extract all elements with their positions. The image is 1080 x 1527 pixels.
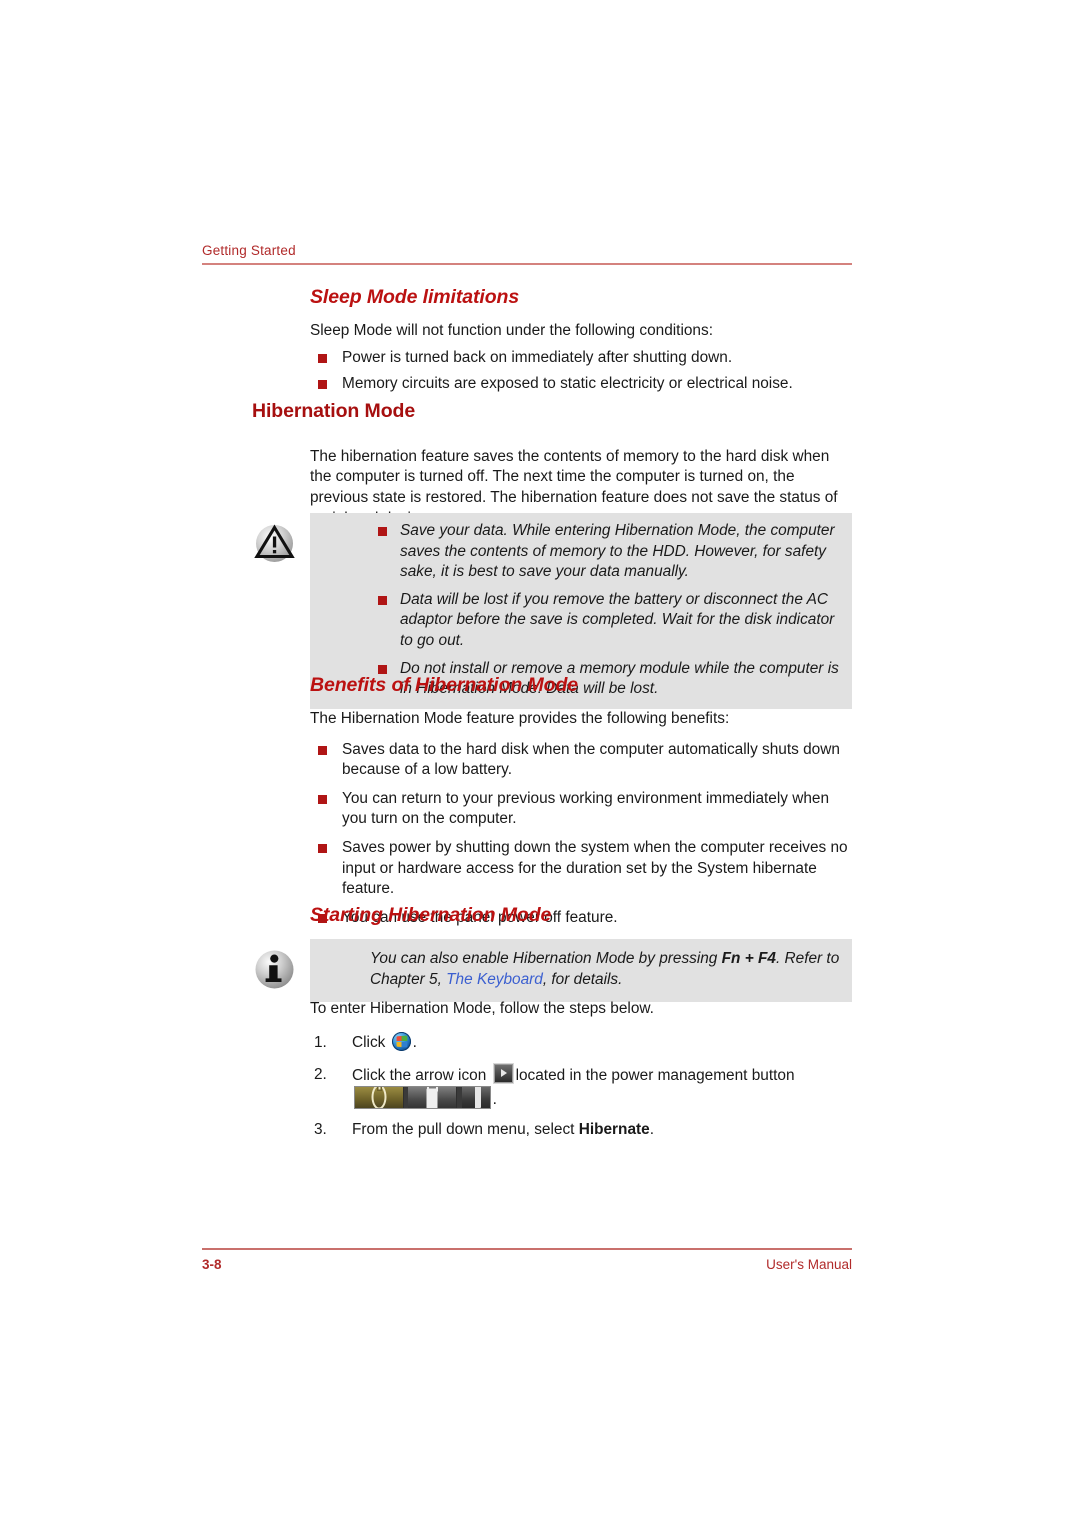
list-item-label: Saves data to the hard disk when the com…: [342, 740, 840, 779]
list-item: Memory circuits are exposed to static el…: [310, 374, 852, 395]
list-item: Data will be lost if you remove the batt…: [370, 590, 840, 652]
chapter-label: Getting Started: [202, 243, 296, 258]
step-number: 1.: [314, 1033, 327, 1051]
list-item: You can return to your previous working …: [310, 789, 856, 830]
info-circle-icon: [255, 950, 294, 989]
square-bullet-icon: [318, 380, 327, 390]
steps-intro: To enter Hibernation Mode, follow the st…: [310, 1000, 654, 1017]
list-item: Saves power by shutting down the system …: [310, 838, 856, 900]
heading-hibernation-mode-wrap: Hibernation Mode: [252, 400, 415, 423]
starting-section: Starting Hibernation Mode: [310, 904, 856, 927]
benefits-section: Benefits of Hibernation Mode The Hiberna…: [310, 674, 856, 928]
square-bullet-icon: [318, 794, 327, 804]
warning-triangle-icon: [254, 524, 295, 562]
step-item: 2. Click the arrow icon located in the p…: [314, 1063, 856, 1110]
step-number: 2.: [314, 1065, 327, 1083]
header-divider: [202, 263, 852, 265]
step-item: 3. From the pull down menu, select Hibern…: [314, 1119, 856, 1140]
hibernation-steps: 1. Click . 2. Click the arrow icon locat…: [310, 1031, 856, 1140]
manual-page: Getting Started Sleep Mode limitations S…: [0, 0, 1080, 1527]
benefits-intro: The Hibernation Mode feature provides th…: [310, 710, 730, 727]
heading-starting-hibernation: Starting Hibernation Mode: [310, 904, 552, 926]
windows-start-orb-icon[interactable]: [391, 1031, 411, 1051]
heading-hibernation-mode: Hibernation Mode: [252, 400, 416, 422]
info-text-end: , for details.: [542, 970, 623, 988]
footer-divider: [202, 1248, 852, 1250]
step-text: Click: [352, 1033, 386, 1051]
page-footer: 3-8 User's Manual: [202, 1248, 852, 1272]
list-item-label: Data will be lost if you remove the batt…: [400, 590, 835, 649]
arrow-button-icon[interactable]: [493, 1063, 513, 1083]
benefits-list: Saves data to the hard disk when the com…: [310, 740, 856, 929]
square-bullet-icon: [318, 745, 327, 755]
list-item: Saves data to the hard disk when the com…: [310, 740, 856, 781]
power-icon: [371, 1086, 387, 1108]
list-item-label: Saves power by shutting down the system …: [342, 838, 848, 898]
step-text-after: .: [649, 1120, 654, 1138]
step-item: 1. Click .: [314, 1031, 856, 1053]
manual-title: User's Manual: [766, 1257, 852, 1272]
step-text: From the pull down menu, select: [352, 1120, 579, 1138]
info-callout: You can also enable Hibernation Mode by …: [255, 939, 852, 1003]
menu-option-label: Hibernate: [578, 1120, 650, 1138]
list-item: Save your data. While entering Hibernati…: [370, 521, 840, 583]
heading-benefits: Benefits of Hibernation Mode: [310, 674, 579, 696]
steps-block: To enter Hibernation Mode, follow the st…: [310, 999, 856, 1149]
list-item-label: Memory circuits are exposed to static el…: [342, 375, 793, 393]
step-text-mid: located in the power management button: [515, 1066, 795, 1084]
page-header: Getting Started: [202, 243, 852, 265]
square-bullet-icon: [378, 664, 387, 674]
power-management-button[interactable]: [354, 1085, 491, 1109]
square-bullet-icon: [378, 527, 387, 536]
list-item: Power is turned back on immediately afte…: [310, 348, 852, 369]
warning-list: Save your data. While entering Hibernati…: [370, 521, 840, 700]
lock-icon: [426, 1088, 438, 1108]
power-off-segment[interactable]: [355, 1086, 404, 1108]
chevron-right-icon: [474, 1086, 481, 1108]
info-text-before: You can also enable Hibernation Mode by …: [370, 950, 722, 967]
list-item-label: You can return to your previous working …: [342, 789, 830, 828]
sleep-limitations-list: Power is turned back on immediately afte…: [310, 348, 852, 395]
page-number: 3-8: [202, 1257, 222, 1272]
square-bullet-icon: [318, 353, 327, 363]
square-bullet-icon: [378, 595, 387, 605]
list-item-label: Save your data. While entering Hibernati…: [400, 522, 835, 581]
step-text-after: .: [412, 1033, 417, 1051]
step-text: Click the arrow icon: [352, 1066, 487, 1084]
square-bullet-icon: [318, 843, 327, 853]
sleep-intro-text: Sleep Mode will not function under the f…: [310, 322, 713, 339]
list-item-label: Power is turned back on immediately afte…: [342, 348, 733, 366]
keyboard-shortcut-label: Fn + F4: [721, 950, 776, 967]
info-callout-text: You can also enable Hibernation Mode by …: [370, 949, 840, 990]
heading-sleep-mode-limitations: Sleep Mode limitations: [310, 286, 520, 308]
step-text-after: .: [492, 1090, 497, 1108]
arrow-segment[interactable]: [461, 1086, 490, 1108]
lock-segment[interactable]: [408, 1086, 458, 1108]
chapter-link[interactable]: The Keyboard: [446, 971, 543, 988]
step-number: 3.: [314, 1120, 327, 1138]
